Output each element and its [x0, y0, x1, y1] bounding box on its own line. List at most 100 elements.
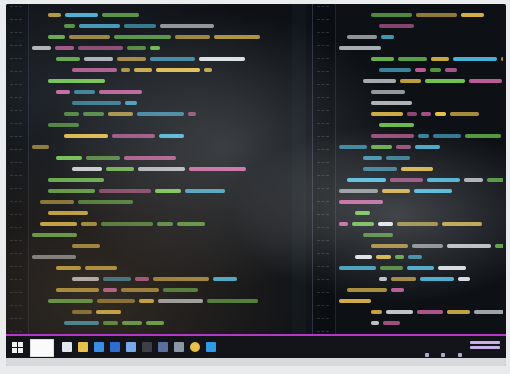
network-icon[interactable]: [424, 353, 429, 357]
code-line[interactable]: [339, 263, 503, 274]
code-line[interactable]: [339, 164, 503, 175]
code-line[interactable]: [32, 120, 302, 131]
code-line[interactable]: [339, 65, 503, 76]
code-line[interactable]: [32, 252, 302, 263]
code-line[interactable]: [32, 263, 302, 274]
code-token: [32, 255, 76, 259]
code-line[interactable]: [339, 241, 503, 252]
code-token: [363, 79, 396, 83]
code-line[interactable]: [339, 54, 503, 65]
editor-icon[interactable]: [158, 342, 168, 352]
settings-icon[interactable]: [174, 342, 184, 352]
code-token: [425, 79, 465, 83]
code-line[interactable]: [32, 98, 302, 109]
code-line[interactable]: [32, 285, 302, 296]
code-line[interactable]: [339, 43, 503, 54]
code-line[interactable]: [339, 32, 503, 43]
search-input[interactable]: [30, 339, 54, 357]
windows-taskbar[interactable]: [6, 334, 506, 360]
code-line[interactable]: [32, 186, 302, 197]
code-line[interactable]: [339, 252, 503, 263]
code-token: [339, 46, 381, 50]
code-line[interactable]: [32, 208, 302, 219]
code-line[interactable]: [32, 32, 302, 43]
code-line[interactable]: [339, 87, 503, 98]
code-line[interactable]: [339, 307, 503, 318]
code-line[interactable]: [339, 109, 503, 120]
volume-icon[interactable]: [441, 353, 446, 357]
code-line[interactable]: [32, 131, 302, 142]
code-line[interactable]: [339, 296, 503, 307]
code-line[interactable]: [32, 54, 302, 65]
code-editor-right-pane[interactable]: [312, 4, 506, 334]
code-token: [56, 90, 70, 94]
browser-icon[interactable]: [94, 342, 104, 352]
code-line[interactable]: [339, 76, 503, 87]
code-line[interactable]: [32, 318, 302, 329]
code-line[interactable]: [339, 10, 503, 21]
code-line[interactable]: [339, 208, 503, 219]
code-token: [150, 57, 195, 61]
code-line[interactable]: [32, 296, 302, 307]
code-line[interactable]: [339, 197, 503, 208]
code-line[interactable]: [339, 186, 503, 197]
code-line[interactable]: [339, 120, 503, 131]
code-line[interactable]: [339, 153, 503, 164]
code-line[interactable]: [32, 175, 302, 186]
system-tray[interactable]: [422, 342, 462, 357]
code-line[interactable]: [339, 98, 503, 109]
code-line[interactable]: [32, 87, 302, 98]
code-line[interactable]: [32, 65, 302, 76]
code-line[interactable]: [339, 219, 503, 230]
code-line[interactable]: [339, 142, 503, 153]
code-token: [371, 13, 412, 17]
code-line[interactable]: [32, 241, 302, 252]
code-area[interactable]: [32, 10, 302, 329]
minimap[interactable]: [292, 4, 306, 334]
line-number: [10, 240, 22, 251]
code-line[interactable]: [32, 142, 302, 153]
code-line[interactable]: [32, 219, 302, 230]
code-line[interactable]: [32, 164, 302, 175]
task-view-icon[interactable]: [62, 342, 72, 352]
code-line[interactable]: [32, 197, 302, 208]
code-line[interactable]: [32, 230, 302, 241]
code-line[interactable]: [32, 76, 302, 87]
code-icon[interactable]: [206, 342, 216, 352]
code-token: [48, 299, 93, 303]
code-line[interactable]: [339, 21, 503, 32]
code-line[interactable]: [32, 43, 302, 54]
code-editor-left-pane[interactable]: [6, 4, 306, 334]
code-line[interactable]: [32, 21, 302, 32]
code-token: [355, 211, 370, 215]
clock[interactable]: [470, 339, 500, 353]
line-number: [10, 149, 22, 160]
code-line[interactable]: [32, 153, 302, 164]
code-line[interactable]: [339, 131, 503, 142]
code-line[interactable]: [32, 109, 302, 120]
code-line[interactable]: [339, 318, 503, 329]
code-token: [379, 68, 411, 72]
code-token: [48, 79, 105, 83]
code-line[interactable]: [339, 230, 503, 241]
code-token: [412, 244, 443, 248]
code-line[interactable]: [32, 307, 302, 318]
line-number: [317, 71, 329, 82]
mail-icon[interactable]: [110, 342, 120, 352]
code-line[interactable]: [32, 274, 302, 285]
code-token: [40, 222, 77, 226]
start-icon[interactable]: [12, 342, 24, 354]
terminal-icon[interactable]: [142, 342, 152, 352]
code-token: [32, 145, 49, 149]
line-number: [10, 123, 22, 134]
chrome-icon[interactable]: [190, 342, 200, 352]
code-line[interactable]: [339, 274, 503, 285]
code-area[interactable]: [339, 10, 503, 329]
store-icon[interactable]: [126, 342, 136, 352]
code-line[interactable]: [339, 175, 503, 186]
battery-icon[interactable]: [458, 353, 462, 357]
code-line[interactable]: [32, 10, 302, 21]
code-line[interactable]: [339, 285, 503, 296]
folder-icon[interactable]: [78, 342, 88, 352]
code-token: [56, 156, 82, 160]
